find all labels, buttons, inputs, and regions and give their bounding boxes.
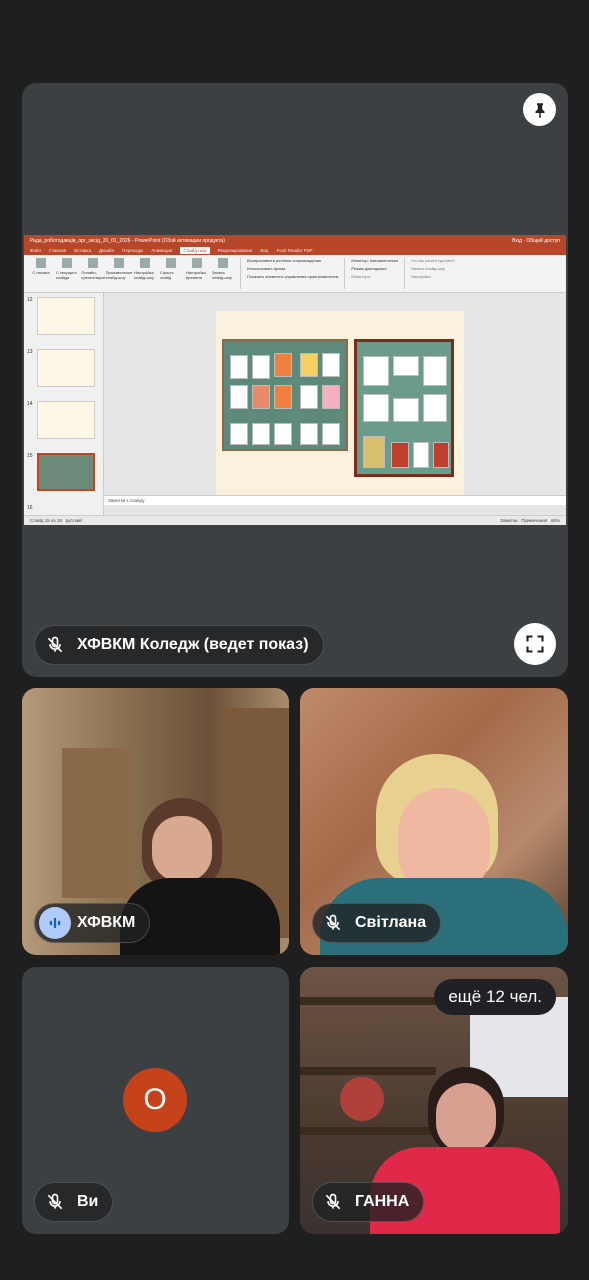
mic-off-icon	[39, 1186, 71, 1218]
group-monitors: Мониторы	[351, 274, 371, 279]
participant-tile[interactable]: ещё 12 чел. ГАННА	[300, 967, 568, 1234]
status-lang: русский	[65, 518, 82, 523]
participant-name-pill: ГАННА	[312, 1182, 425, 1222]
thumb-number: 15	[27, 453, 33, 459]
ribbon-search: Что вы хотите сделать? Начать слайд-шоу …	[403, 258, 456, 289]
group-setup: Настройка	[410, 274, 431, 279]
ppt-tab[interactable]: Главная	[49, 248, 66, 253]
ppt-tab[interactable]: Дизайн	[99, 248, 114, 253]
mic-off-icon	[317, 1186, 349, 1218]
slide-thumb-selected	[37, 453, 95, 491]
ppt-workspace: 12 13 14 15 16 Заметки к слайду	[24, 293, 566, 515]
ribbon-button[interactable]: Произвольное слайд-шоу	[105, 258, 133, 289]
slide-thumbnails: 12 13 14 15 16	[24, 293, 104, 515]
ribbon-label: С текущего слайда	[56, 270, 77, 280]
ppt-tab[interactable]: Вид	[260, 248, 268, 253]
current-slide	[216, 311, 464, 497]
ppt-tab[interactable]: Foxit Reader PDF	[277, 248, 313, 253]
thumb-number: 13	[27, 349, 33, 355]
slide-thumb	[37, 297, 95, 335]
monitor-label: Монитор:	[351, 258, 369, 263]
ppt-tab[interactable]: Слайд-шоу	[180, 247, 210, 254]
participant-name: Світлана	[355, 914, 427, 931]
ribbon-button[interactable]: Настройка времени	[186, 258, 208, 289]
ribbon-icon	[88, 258, 98, 268]
slide-photo-left	[222, 339, 348, 451]
ribbon-label: Онлайн-презентация	[81, 270, 105, 280]
participant-name: Ви	[77, 1193, 99, 1210]
ribbon-icon	[192, 258, 202, 268]
participant-tile[interactable]: Світлана	[300, 688, 568, 955]
ppt-tabs: Файл Главная Вставка Дизайн Переходы Анимация…	[24, 246, 566, 255]
ribbon-checkbox[interactable]: Использовать время	[247, 266, 338, 271]
group-start: Начать слайд-шоу	[410, 266, 445, 271]
slide-notes[interactable]: Заметки к слайду	[104, 495, 566, 505]
ribbon-label: Скрыть слайд	[160, 270, 174, 280]
search-hint: Что вы хотите сделать?	[410, 258, 456, 263]
participant-name: ГАННА	[355, 1193, 410, 1210]
ribbon-icon	[166, 258, 176, 268]
ribbon-button[interactable]: Онлайн-презентация	[81, 258, 105, 289]
slide-photo-right	[354, 339, 454, 477]
ribbon-label: Настройка времени	[186, 270, 206, 280]
presenter-mode: Режим докладчика	[351, 266, 387, 271]
ribbon-icon	[114, 258, 124, 268]
ppt-title: Рада_роботодавців_орг_засід_20_01_2026 -…	[30, 237, 225, 244]
ppt-tab[interactable]: Вставка	[74, 248, 91, 253]
ribbon-button[interactable]: Запись слайд-шоу	[212, 258, 234, 289]
ribbon-button[interactable]: С начала	[30, 258, 52, 289]
ppt-status-bar: Слайд 15 из 18 русский Заметки Примечани…	[24, 515, 566, 525]
ppt-title-bar: Рада_роботодавців_орг_засід_20_01_2026 -…	[24, 235, 566, 246]
slide-thumb	[37, 401, 95, 439]
thumb-number: 16	[27, 505, 33, 511]
slide-thumb	[37, 349, 95, 387]
participant-tile[interactable]: ХФВКМ	[22, 688, 289, 955]
presenter-tile[interactable]: Рада_роботодавців_орг_засід_20_01_2026 -…	[22, 83, 568, 677]
ppt-tab[interactable]: Переходы	[122, 248, 143, 253]
ppt-share: Общий доступ	[526, 237, 560, 244]
mic-off-icon	[317, 907, 349, 939]
speaking-icon	[39, 907, 71, 939]
ribbon-label: Произвольное слайд-шоу	[105, 270, 133, 280]
ribbon-button[interactable]: С текущего слайда	[56, 258, 78, 289]
ribbon-icon	[62, 258, 72, 268]
zoom-level: 66%	[550, 518, 560, 523]
ribbon-icon	[218, 258, 228, 268]
self-tile[interactable]: О Ви	[22, 967, 289, 1234]
fullscreen-icon[interactable]	[514, 623, 556, 665]
ribbon-label: Запись слайд-шоу	[212, 270, 232, 280]
participant-name-pill: ХФВКМ	[34, 903, 151, 943]
thumb-number: 14	[27, 401, 33, 407]
more-participants-badge[interactable]: ещё 12 чел.	[434, 979, 556, 1015]
ribbon-checkboxes: Воспроизвести речевое сопровождение Испол…	[240, 258, 338, 289]
slide-counter: Слайд 15 из 18	[30, 518, 62, 523]
pin-icon[interactable]	[523, 93, 556, 126]
ribbon-icon	[36, 258, 46, 268]
mic-off-icon	[39, 629, 71, 661]
monitor-value: Автоматически	[369, 258, 398, 263]
status-comments: Примечания	[521, 518, 548, 523]
shared-screen: Рада_роботодавців_орг_засід_20_01_2026 -…	[24, 235, 566, 525]
participant-name: ХФВКМ	[77, 914, 136, 931]
ribbon-checkbox[interactable]: Показать элементы управления проигрывате…	[247, 274, 338, 279]
presenter-name: ХФВКМ Коледж (ведет показ)	[77, 636, 309, 653]
ribbon-label: С начала	[32, 270, 50, 275]
ribbon-icon	[140, 258, 150, 268]
presenter-name-pill: ХФВКМ Коледж (ведет показ)	[34, 625, 324, 665]
ribbon-checkbox[interactable]: Воспроизвести речевое сопровождение	[247, 258, 338, 263]
avatar: О	[123, 1068, 187, 1132]
ppt-tab[interactable]: Файл	[30, 248, 41, 253]
ppt-tab[interactable]: Анимация	[151, 248, 172, 253]
participant-name-pill: Ви	[34, 1182, 114, 1222]
ppt-user: Вхід	[512, 237, 522, 244]
participant-name-pill: Світлана	[312, 903, 442, 943]
ppt-tab[interactable]: Рецензирование	[218, 248, 253, 253]
thumb-number: 12	[27, 297, 33, 303]
ribbon-label: Настройка слайд-шоу	[134, 270, 154, 280]
status-notes: Заметки	[500, 518, 518, 523]
ppt-ribbon: С начала С текущего слайда Онлайн-презента…	[24, 255, 566, 293]
ribbon-monitors: Монитор: Автоматически Режим докладчика …	[344, 258, 398, 289]
ribbon-button[interactable]: Скрыть слайд	[160, 258, 182, 289]
ribbon-button[interactable]: Настройка слайд-шоу	[134, 258, 156, 289]
